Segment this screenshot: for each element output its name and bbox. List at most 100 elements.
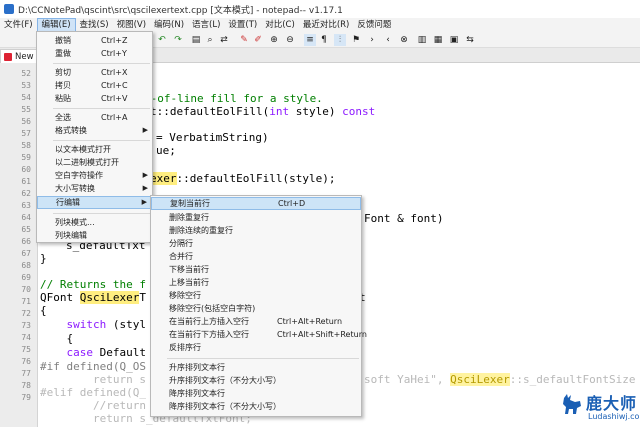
menu-separator bbox=[53, 63, 150, 64]
window-title: D:\CCNotePad\qscint\src\qscilexertext.cp… bbox=[18, 5, 343, 16]
zoom-out-icon[interactable]: ⊖ bbox=[284, 34, 296, 46]
menu-item-join-lines[interactable]: 合并行 bbox=[151, 250, 361, 263]
bookmark-icon[interactable]: ⚑ bbox=[350, 34, 362, 46]
menu-item-insert-blank-below[interactable]: 在当前行下方插入空行 Ctrl+Alt+Shift+Return bbox=[151, 328, 367, 341]
code-line: { bbox=[40, 304, 47, 317]
show-chars-icon[interactable]: ¶ bbox=[318, 34, 330, 46]
line-number: 64 bbox=[21, 213, 31, 222]
menu-item-column-mode[interactable]: 列块模式... bbox=[37, 216, 152, 229]
code-line: //return bbox=[40, 399, 146, 412]
menu-item-remove-duplicate-lines[interactable]: 删除重复行 bbox=[151, 211, 361, 224]
menu-item-format-convert[interactable]: 格式转换 ▶ bbox=[37, 124, 152, 137]
menu-recent-compare[interactable]: 最近对比(R) bbox=[299, 18, 354, 32]
transfer-icon[interactable]: ⇆ bbox=[464, 34, 476, 46]
edit-menu: 撤销 Ctrl+Z 重做 Ctrl+Y 剪切 Ctrl+X 拷贝 Ctrl+C 粘贴 Ct… bbox=[36, 31, 153, 243]
menu-separator bbox=[53, 213, 150, 214]
code-line: case Default bbox=[40, 346, 146, 359]
menu-edit[interactable]: 编辑(E) bbox=[36, 18, 76, 32]
menu-bar: 文件(F) 编辑(E) 查找(S) 视图(V) 编码(N) 语言(L) 设置(T… bbox=[0, 18, 640, 32]
code-line: } bbox=[40, 252, 47, 265]
line-edit-submenu: 复制当前行 Ctrl+D 删除重复行 删除连续的重复行 分隔行 合并行 下移当前行… bbox=[150, 195, 367, 417]
dir-compare-icon[interactable]: ▦ bbox=[432, 34, 444, 46]
menu-file[interactable]: 文件(F) bbox=[0, 18, 37, 32]
menu-item-blank-ops[interactable]: 空白字符操作 ▶ bbox=[37, 169, 152, 182]
submenu-arrow-icon: ▶ bbox=[142, 126, 148, 134]
menu-item-sort-asc-ci[interactable]: 升序排列文本行（不分大小写） bbox=[151, 374, 361, 387]
print-icon[interactable]: ▤ bbox=[190, 34, 202, 46]
code-line: Font & font) bbox=[364, 212, 444, 225]
line-number: 57 bbox=[21, 129, 31, 138]
line-number: 54 bbox=[21, 93, 31, 102]
app-icon bbox=[4, 4, 14, 14]
line-number: 63 bbox=[21, 201, 31, 210]
code-line: soft YaHei", QsciLexer::s_defaultFontSiz… bbox=[364, 373, 636, 386]
submenu-arrow-icon: ▶ bbox=[141, 198, 147, 206]
undo-icon[interactable]: ↶ bbox=[156, 34, 168, 46]
clear-icon[interactable]: ⊗ bbox=[398, 34, 410, 46]
binary-icon[interactable]: ▣ bbox=[448, 34, 460, 46]
menu-compare[interactable]: 对比(C) bbox=[261, 18, 299, 32]
line-number: 59 bbox=[21, 153, 31, 162]
unsaved-icon bbox=[4, 52, 12, 61]
line-number: 61 bbox=[21, 177, 31, 186]
menu-item-move-line-up[interactable]: 上移当前行 bbox=[151, 276, 361, 289]
menu-search[interactable]: 查找(S) bbox=[76, 18, 113, 32]
menu-item-select-all[interactable]: 全选 Ctrl+A bbox=[37, 111, 152, 124]
line-number: 53 bbox=[21, 81, 31, 90]
menu-view[interactable]: 视图(V) bbox=[113, 18, 150, 32]
line-number: 67 bbox=[21, 249, 31, 258]
menu-item-split-lines[interactable]: 分隔行 bbox=[151, 237, 361, 250]
line-number: 77 bbox=[21, 369, 31, 378]
line-number: 56 bbox=[21, 117, 31, 126]
prev-icon[interactable]: ‹ bbox=[382, 34, 394, 46]
deer-logo-icon bbox=[563, 394, 581, 414]
menu-item-sort-asc[interactable]: 升序排列文本行 bbox=[151, 361, 361, 374]
menu-item-move-line-down[interactable]: 下移当前行 bbox=[151, 263, 361, 276]
pencil-icon[interactable]: ✎ bbox=[238, 34, 250, 46]
line-number: 62 bbox=[21, 189, 31, 198]
menu-language[interactable]: 语言(L) bbox=[188, 18, 224, 32]
menu-item-line-edit[interactable]: 行编辑 ▶ bbox=[37, 196, 152, 209]
menu-item-paste[interactable]: 粘贴 Ctrl+V bbox=[37, 92, 152, 105]
submenu-arrow-icon: ▶ bbox=[142, 171, 148, 179]
menu-item-cut[interactable]: 剪切 Ctrl+X bbox=[37, 66, 152, 79]
menu-item-open-binary-mode[interactable]: 以二进制模式打开 bbox=[37, 156, 152, 169]
compare-icon[interactable]: ▥ bbox=[416, 34, 428, 46]
menu-feedback[interactable]: 反馈问题 bbox=[353, 18, 395, 32]
code-line: #elif defined(Q_ bbox=[40, 386, 146, 399]
wrap-icon[interactable]: ≡ bbox=[304, 34, 316, 46]
menu-item-case-convert[interactable]: 大小写转换 ▶ bbox=[37, 182, 152, 195]
code-line: d-of-line fill for a style. bbox=[144, 92, 323, 105]
menu-item-redo[interactable]: 重做 Ctrl+Y bbox=[37, 47, 152, 60]
menu-item-sort-desc[interactable]: 降序排列文本行 bbox=[151, 387, 361, 400]
replace-icon[interactable]: ⇄ bbox=[218, 34, 230, 46]
menu-item-open-text-mode[interactable]: 以文本模式打开 bbox=[37, 143, 152, 156]
find-icon[interactable]: ⌕ bbox=[204, 34, 216, 46]
menu-item-remove-consecutive-duplicates[interactable]: 删除连续的重复行 bbox=[151, 224, 361, 237]
redo-icon[interactable]: ↷ bbox=[172, 34, 184, 46]
menu-item-insert-blank-above[interactable]: 在当前行上方插入空行 Ctrl+Alt+Return bbox=[151, 315, 361, 328]
menu-encoding[interactable]: 编码(N) bbox=[150, 18, 188, 32]
menu-item-column-edit[interactable]: 列块编辑 bbox=[37, 229, 152, 242]
line-number: 79 bbox=[21, 393, 31, 402]
erase-icon[interactable]: ✐ bbox=[252, 34, 264, 46]
line-number: 58 bbox=[21, 141, 31, 150]
line-number-gutter: 52 53 54 55 56 57 58 59 60 61 62 63 64 6… bbox=[0, 63, 38, 427]
menu-item-copy[interactable]: 拷贝 Ctrl+C bbox=[37, 79, 152, 92]
menu-settings[interactable]: 设置(T) bbox=[224, 18, 261, 32]
next-icon[interactable]: › bbox=[366, 34, 378, 46]
line-number: 55 bbox=[21, 105, 31, 114]
line-number: 71 bbox=[21, 297, 31, 306]
menu-item-remove-blank-lines[interactable]: 移除空行(包括空白字符) bbox=[151, 302, 361, 315]
menu-item-remove-empty-lines[interactable]: 移除空行 bbox=[151, 289, 361, 302]
menu-item-duplicate-line[interactable]: 复制当前行 Ctrl+D bbox=[151, 197, 361, 210]
menu-item-sort-desc-ci[interactable]: 降序排列文本行（不分大小写） bbox=[151, 400, 361, 413]
title-bar: D:\CCNotePad\qscint\src\qscilexertext.cp… bbox=[0, 0, 640, 18]
menu-item-undo[interactable]: 撤销 Ctrl+Z bbox=[37, 34, 152, 47]
indent-guide-icon[interactable]: ⫶ bbox=[334, 34, 346, 46]
code-line: return s bbox=[40, 373, 146, 386]
menu-item-reverse-lines[interactable]: 反排序行 bbox=[151, 341, 361, 354]
tab-label: New bbox=[15, 51, 34, 62]
line-number: 52 bbox=[21, 69, 31, 78]
zoom-in-icon[interactable]: ⊕ bbox=[268, 34, 280, 46]
